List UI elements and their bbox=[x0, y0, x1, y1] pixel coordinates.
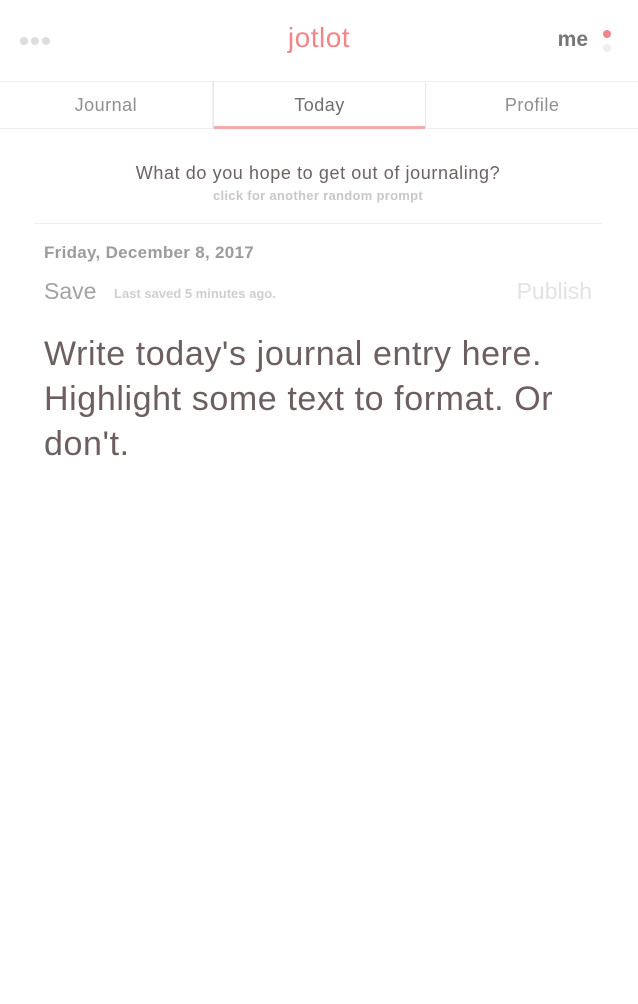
random-prompt[interactable]: What do you hope to get out of journalin… bbox=[34, 160, 602, 224]
entry-actions: Save Last saved 5 minutes ago. Publish bbox=[44, 278, 592, 308]
user-menu-label[interactable]: me bbox=[558, 28, 588, 52]
entry-date: Friday, December 8, 2017 bbox=[44, 243, 255, 262]
prompt-text: What do you hope to get out of journalin… bbox=[135, 163, 501, 183]
tab-journal[interactable]: Journal bbox=[0, 82, 213, 128]
vertical-dots-icon[interactable] bbox=[603, 30, 612, 58]
user-dot-active bbox=[603, 30, 611, 38]
prompt-hint: click for another random prompt bbox=[212, 188, 424, 203]
journal-entry-editor[interactable]: Write today's journal entry here. Highli… bbox=[44, 332, 604, 467]
last-saved-status: Last saved 5 minutes ago. bbox=[114, 286, 276, 301]
user-dot-inactive bbox=[603, 44, 611, 52]
tab-profile[interactable]: Profile bbox=[426, 82, 638, 128]
save-button[interactable]: Save bbox=[44, 278, 96, 305]
header: jotlot me bbox=[0, 0, 638, 82]
app-window: jotlot me Journal Today Profile What do … bbox=[0, 0, 638, 1004]
publish-button[interactable]: Publish bbox=[517, 278, 592, 305]
tab-bar: Journal Today Profile bbox=[0, 82, 638, 129]
tab-today[interactable]: Today bbox=[212, 82, 427, 129]
app-logo: jotlot bbox=[287, 22, 351, 53]
